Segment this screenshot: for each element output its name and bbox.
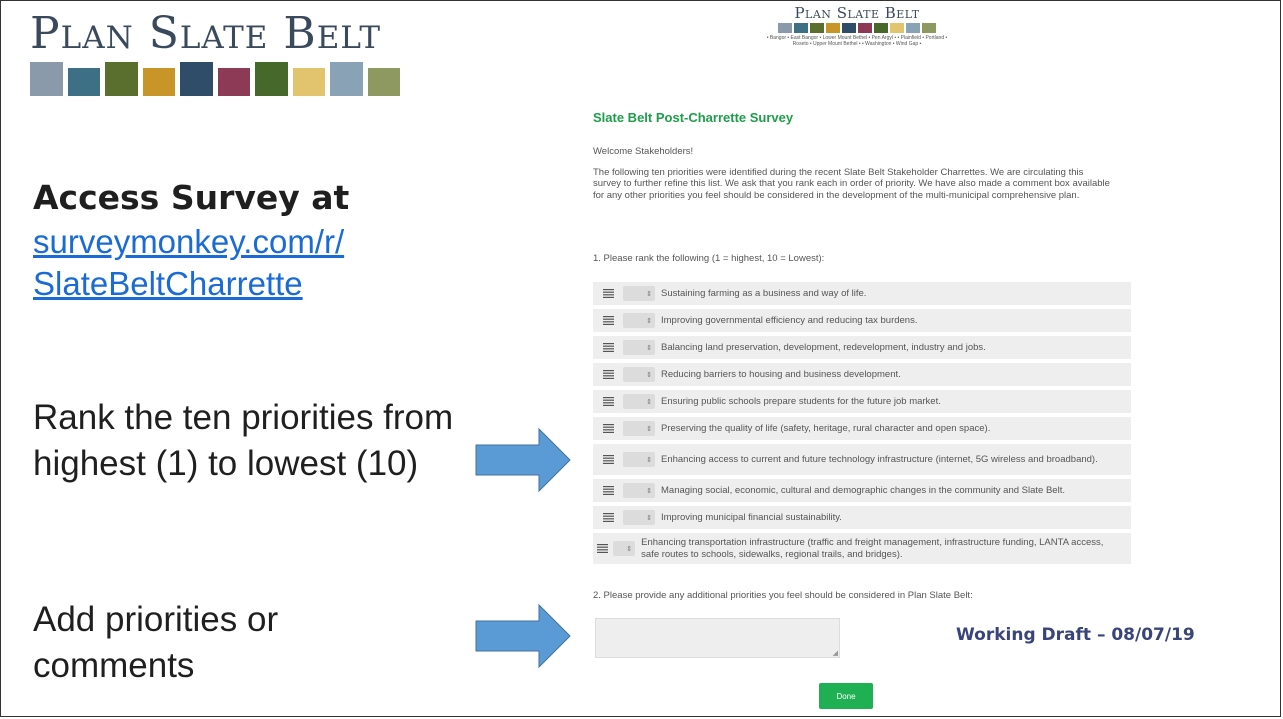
done-button[interactable]: Done xyxy=(819,683,873,709)
access-survey-block: Access Survey at surveymonkey.com/r/ Sla… xyxy=(33,178,463,305)
rank-label: Reducing barriers to housing and busines… xyxy=(661,368,901,380)
drag-handle-icon[interactable] xyxy=(593,289,623,298)
survey-logo-bar xyxy=(906,23,920,33)
logo-bar xyxy=(255,62,288,96)
rank-label: Improving governmental efficiency and re… xyxy=(661,314,918,326)
rank-label: Managing social, economic, cultural and … xyxy=(661,484,1065,496)
logo-bar xyxy=(217,68,250,96)
survey-title: Slate Belt Post-Charrette Survey xyxy=(593,110,794,125)
survey-logo: Plan Slate Belt • Bangor • East Bangor •… xyxy=(762,4,952,48)
survey-welcome: Welcome Stakeholders! xyxy=(593,146,694,157)
drag-handle-icon[interactable] xyxy=(593,455,623,464)
survey-logo-towns: • Bangor • East Bangor • Lower Mount Bet… xyxy=(766,35,948,48)
survey-logo-bars xyxy=(762,23,952,33)
rank-row[interactable]: ⇕ Enhancing transportation infrastructure… xyxy=(593,533,1131,564)
rank-select[interactable]: ⇕ xyxy=(623,394,655,409)
rank-row[interactable]: ⇕ Managing social, economic, cultural and… xyxy=(593,479,1131,502)
rank-label: Preserving the quality of life (safety, … xyxy=(661,422,991,434)
logo-bar xyxy=(180,62,213,96)
rank-label: Enhancing access to current and future t… xyxy=(661,453,1098,465)
rank-select[interactable]: ⇕ xyxy=(623,340,655,355)
logo-bar xyxy=(105,62,138,96)
question-1-label: 1. Please rank the following (1 = highes… xyxy=(593,253,825,264)
rank-select[interactable]: ⇕ xyxy=(623,452,655,467)
rank-row[interactable]: ⇕ Balancing land preservation, developmen… xyxy=(593,336,1131,359)
rank-row[interactable]: ⇕ Improving governmental efficiency and r… xyxy=(593,309,1131,332)
question-2-label: 2. Please provide any additional priorit… xyxy=(593,590,973,601)
rank-row[interactable]: ⇕ Preserving the quality of life (safety,… xyxy=(593,417,1131,440)
rank-instructions: Rank the ten priorities from highest (1)… xyxy=(33,398,454,483)
ranking-list: ⇕ Sustaining farming as a business and wa… xyxy=(593,282,1131,568)
drag-handle-icon[interactable] xyxy=(593,486,623,495)
survey-logo-bar xyxy=(810,23,824,33)
logo-bar xyxy=(30,62,63,96)
logo-title: Plan Slate Belt xyxy=(30,8,382,59)
survey-logo-bar xyxy=(826,23,840,33)
logo-bar xyxy=(330,62,363,96)
survey-intro: The following ten priorities were identi… xyxy=(593,167,1110,201)
survey-logo-bar xyxy=(922,23,936,33)
plan-slate-belt-logo: Plan Slate Belt xyxy=(30,12,400,97)
working-draft-label: Working Draft – 08/07/19 xyxy=(956,625,1195,645)
access-survey-heading: Access Survey at xyxy=(33,178,350,217)
rank-label: Balancing land preservation, development… xyxy=(661,341,986,353)
arrow-right-icon xyxy=(475,428,571,492)
drag-handle-icon[interactable] xyxy=(593,370,623,379)
rank-row[interactable]: ⇕ Ensuring public schools prepare student… xyxy=(593,390,1131,413)
logo-color-bars xyxy=(30,62,400,96)
rank-select[interactable]: ⇕ xyxy=(623,510,655,525)
logo-bar xyxy=(142,68,175,96)
survey-logo-bar xyxy=(842,23,856,33)
arrow-right-icon xyxy=(475,604,571,668)
rank-select[interactable]: ⇕ xyxy=(612,541,636,556)
logo-bar xyxy=(67,68,100,96)
drag-handle-icon[interactable] xyxy=(593,513,623,522)
rank-select[interactable]: ⇕ xyxy=(623,483,655,498)
drag-handle-icon[interactable] xyxy=(593,316,623,325)
survey-logo-bar xyxy=(858,23,872,33)
drag-handle-icon[interactable] xyxy=(593,343,623,352)
add-priorities-instructions: Add priorities or comments xyxy=(33,600,279,685)
drag-handle-icon[interactable] xyxy=(593,424,623,433)
survey-logo-title: Plan Slate Belt xyxy=(794,4,920,22)
survey-panel: Plan Slate Belt • Bangor • East Bangor •… xyxy=(566,0,1266,719)
survey-logo-bar xyxy=(794,23,808,33)
logo-bar xyxy=(292,68,325,96)
rank-select[interactable]: ⇕ xyxy=(623,313,655,328)
rank-row[interactable]: ⇕ Sustaining farming as a business and wa… xyxy=(593,282,1131,305)
drag-handle-icon[interactable] xyxy=(593,397,623,406)
comment-textarea[interactable] xyxy=(595,618,840,658)
survey-link[interactable]: surveymonkey.com/r/ SlateBeltCharrette xyxy=(33,221,463,305)
rank-select[interactable]: ⇕ xyxy=(623,286,655,301)
drag-handle-icon[interactable] xyxy=(593,544,613,553)
survey-logo-bar xyxy=(778,23,792,33)
rank-row[interactable]: ⇕ Enhancing access to current and future … xyxy=(593,444,1131,475)
rank-row[interactable]: ⇕ Reducing barriers to housing and busine… xyxy=(593,363,1131,386)
rank-select[interactable]: ⇕ xyxy=(623,421,655,436)
survey-logo-bar xyxy=(874,23,888,33)
rank-label: Improving municipal financial sustainabi… xyxy=(661,511,842,523)
rank-row[interactable]: ⇕ Improving municipal financial sustainab… xyxy=(593,506,1131,529)
survey-logo-bar xyxy=(890,23,904,33)
rank-label: Ensuring public schools prepare students… xyxy=(661,395,941,407)
rank-label: Enhancing transportation infrastructure … xyxy=(641,537,1104,560)
rank-select[interactable]: ⇕ xyxy=(623,367,655,382)
logo-bar xyxy=(367,68,400,96)
rank-label: Sustaining farming as a business and way… xyxy=(661,287,867,299)
